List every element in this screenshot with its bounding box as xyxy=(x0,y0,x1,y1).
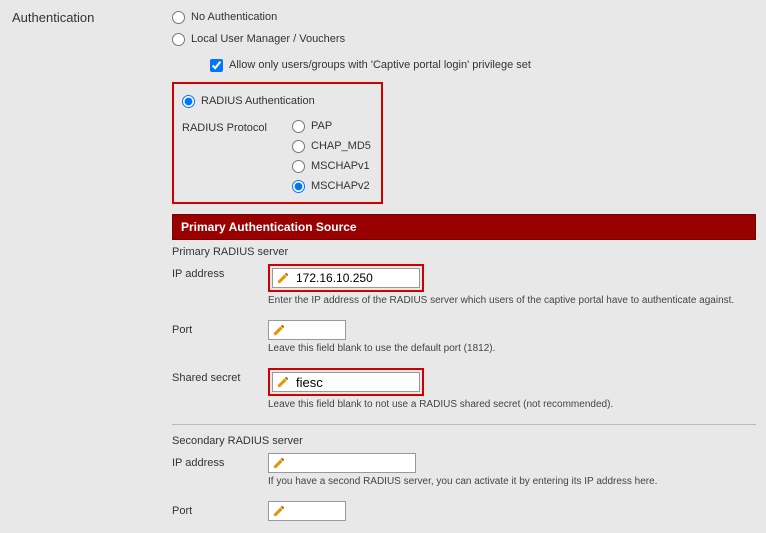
radius-highlight-box: RADIUS Authentication RADIUS Protocol PA… xyxy=(172,82,383,204)
proto-mschapv1-radio[interactable] xyxy=(292,160,305,173)
pencil-icon xyxy=(271,503,287,519)
primary-section-header: Primary Authentication Source xyxy=(172,214,756,240)
primary-ip-input[interactable] xyxy=(293,270,419,286)
primary-radius-title: Primary RADIUS server xyxy=(172,246,756,258)
proto-chap-radio[interactable] xyxy=(292,140,305,153)
primary-ip-help: Enter the IP address of the RADIUS serve… xyxy=(268,295,756,306)
secondary-ip-input[interactable] xyxy=(289,455,415,471)
divider xyxy=(172,424,756,425)
proto-chap-label: CHAP_MD5 xyxy=(311,140,371,152)
primary-port-help: Leave this field blank to use the defaul… xyxy=(268,343,756,354)
primary-secret-input[interactable] xyxy=(293,374,419,390)
secondary-port-label: Port xyxy=(172,501,268,517)
allow-only-check[interactable] xyxy=(210,59,223,72)
primary-ip-highlight xyxy=(268,264,424,292)
secondary-radius-title: Secondary RADIUS server xyxy=(172,435,756,447)
allow-only-label: Allow only users/groups with 'Captive po… xyxy=(229,59,531,71)
proto-mschapv2-label: MSCHAPv2 xyxy=(311,180,370,192)
proto-pap-label: PAP xyxy=(311,120,332,132)
pencil-icon xyxy=(271,322,287,338)
proto-pap-radio[interactable] xyxy=(292,120,305,133)
proto-mschapv1-label: MSCHAPv1 xyxy=(311,160,370,172)
secondary-port-input[interactable] xyxy=(289,503,345,519)
section-label: Authentication xyxy=(12,6,172,25)
primary-secret-highlight xyxy=(268,368,424,396)
auth-local-radio[interactable] xyxy=(172,33,185,46)
primary-port-input[interactable] xyxy=(289,322,345,338)
auth-local-label: Local User Manager / Vouchers xyxy=(191,33,345,45)
primary-secret-label: Shared secret xyxy=(172,368,268,384)
auth-radius-radio[interactable] xyxy=(182,95,195,108)
auth-radius-label: RADIUS Authentication xyxy=(201,95,315,107)
auth-none-radio[interactable] xyxy=(172,11,185,24)
pencil-icon xyxy=(275,374,291,390)
pencil-icon xyxy=(271,455,287,471)
proto-mschapv2-radio[interactable] xyxy=(292,180,305,193)
primary-secret-help: Leave this field blank to not use a RADI… xyxy=(268,399,756,410)
primary-port-label: Port xyxy=(172,320,268,336)
secondary-ip-label: IP address xyxy=(172,453,268,469)
auth-none-label: No Authentication xyxy=(191,11,277,23)
secondary-ip-help: If you have a second RADIUS server, you … xyxy=(268,476,756,487)
pencil-icon xyxy=(275,270,291,286)
radius-protocol-label: RADIUS Protocol xyxy=(182,116,292,134)
primary-ip-label: IP address xyxy=(172,264,268,280)
